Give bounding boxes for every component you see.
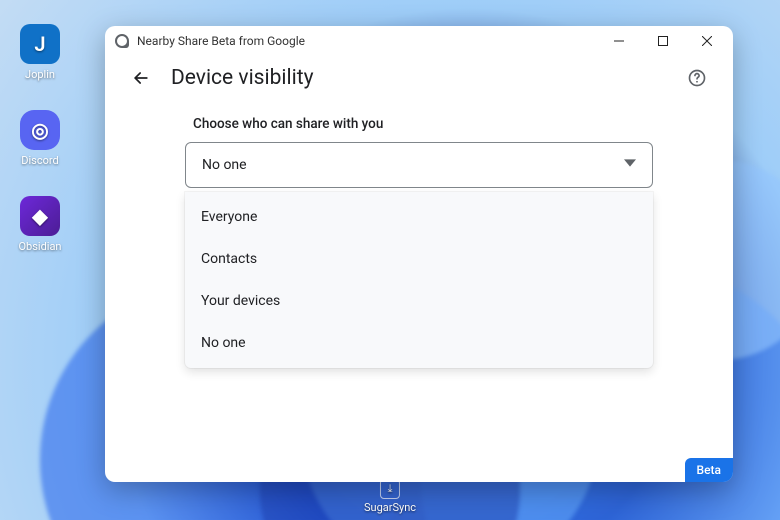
joplin-icon: J <box>20 24 60 64</box>
window-title: Nearby Share Beta from Google <box>137 34 597 48</box>
arrow-left-icon <box>131 68 151 88</box>
desktop-icon-sugarsync[interactable]: ⤓ SugarSync <box>364 479 416 514</box>
obsidian-icon: ◆ <box>20 196 60 236</box>
visibility-dropdown[interactable]: No one <box>185 142 653 188</box>
visibility-option-contacts[interactable]: Contacts <box>185 238 653 280</box>
close-button[interactable] <box>685 26 729 56</box>
visibility-option-your-devices[interactable]: Your devices <box>185 280 653 322</box>
back-button[interactable] <box>127 64 155 92</box>
discord-icon: ◎ <box>20 110 60 150</box>
app-window: Nearby Share Beta from Google Device vis… <box>105 26 733 482</box>
maximize-button[interactable] <box>641 26 685 56</box>
sugarsync-icon: ⤓ <box>380 479 400 499</box>
desktop-icon-label: Joplin <box>12 68 68 81</box>
visibility-options-list: Everyone Contacts Your devices No one <box>185 192 653 368</box>
visibility-option-no-one[interactable]: No one <box>185 322 653 364</box>
desktop-icon-joplin[interactable]: J Joplin <box>12 24 68 81</box>
visibility-label: Choose who can share with you <box>193 116 691 132</box>
page-header: Device visibility <box>105 56 733 106</box>
page-title: Device visibility <box>171 66 683 90</box>
chevron-down-icon <box>624 157 636 173</box>
visibility-option-everyone[interactable]: Everyone <box>185 196 653 238</box>
desktop-icon-label: SugarSync <box>364 501 416 514</box>
desktop-icon-label: Discord <box>12 154 68 167</box>
desktop-icon-obsidian[interactable]: ◆ Obsidian <box>12 196 68 253</box>
help-icon <box>687 68 707 88</box>
beta-badge: Beta <box>685 458 733 482</box>
titlebar[interactable]: Nearby Share Beta from Google <box>105 26 733 56</box>
content-area: Choose who can share with you No one Eve… <box>105 106 733 482</box>
desktop-icon-discord[interactable]: ◎ Discord <box>12 110 68 167</box>
window-controls <box>597 26 729 56</box>
desktop: J Joplin ◎ Discord ◆ Obsidian ⤓ SugarSyn… <box>0 0 780 520</box>
dropdown-selected-value: No one <box>202 157 247 173</box>
minimize-button[interactable] <box>597 26 641 56</box>
help-button[interactable] <box>683 64 711 92</box>
desktop-icon-label: Obsidian <box>12 240 68 253</box>
nearby-share-icon <box>115 34 129 48</box>
